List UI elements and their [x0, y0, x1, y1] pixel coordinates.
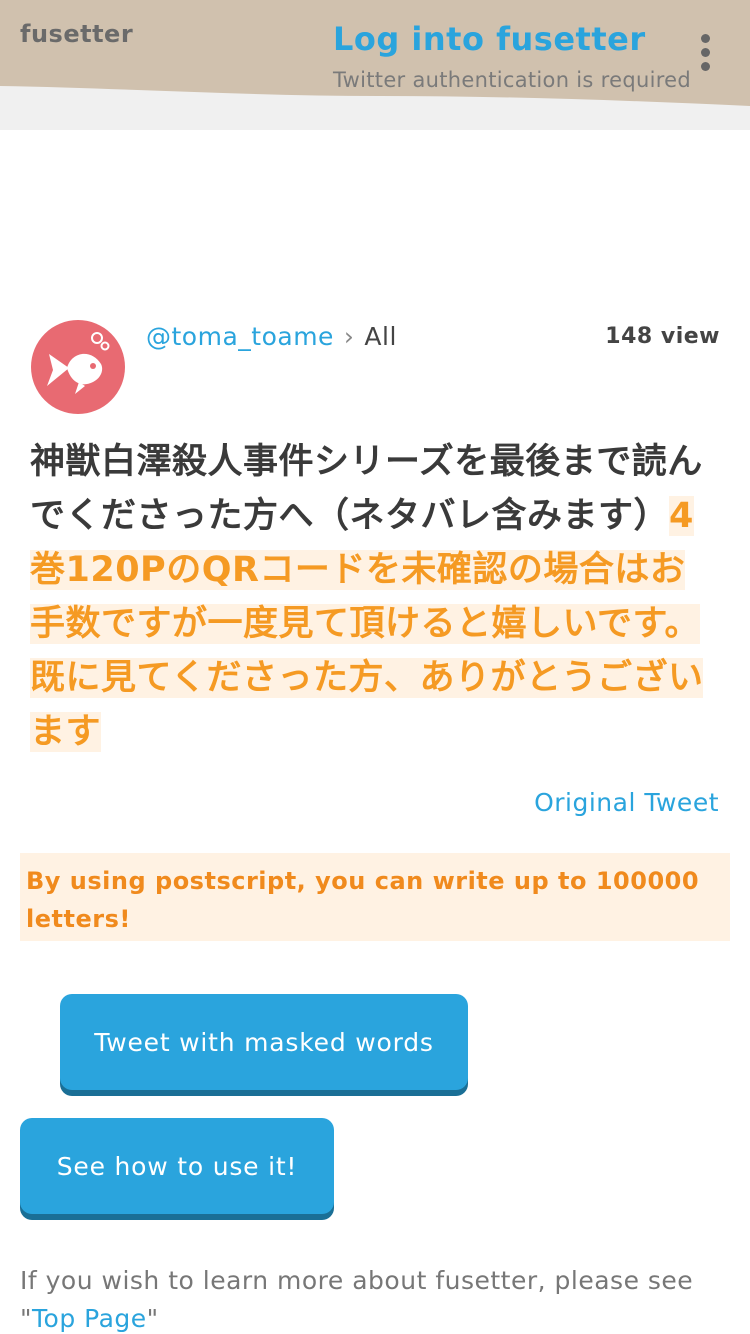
kebab-menu-icon[interactable] — [696, 34, 716, 72]
login-subtitle: Twitter authentication is required — [333, 68, 692, 92]
post-text-visible: 神獣白澤殺人事件シリーズを最後まで読んでくださった方へ（ネタバレ含みます） — [30, 442, 703, 536]
brand-logo[interactable]: fusetter — [20, 20, 133, 48]
post-meta: @toma_toame › All — [146, 322, 397, 351]
original-tweet-link[interactable]: Original Tweet — [534, 788, 719, 817]
breadcrumb-separator: › — [343, 322, 355, 351]
username-link[interactable]: @toma_toame — [146, 322, 334, 351]
footer-suffix: " — [146, 1304, 159, 1333]
post-body: 神獣白澤殺人事件シリーズを最後まで読んでくださった方へ（ネタバレ含みます）4巻1… — [30, 435, 718, 759]
postscript-notice: By using postscript, you can write up to… — [20, 853, 730, 941]
top-page-link[interactable]: Top Page — [32, 1304, 147, 1333]
login-title[interactable]: Log into fusetter — [333, 20, 646, 58]
category-link[interactable]: All — [364, 322, 397, 351]
tweet-masked-button[interactable]: Tweet with masked words — [60, 994, 468, 1090]
goldfish-avatar-icon[interactable] — [31, 320, 125, 414]
app-header: fusetter Log into fusetter Twitter authe… — [0, 0, 750, 130]
footer-info: If you wish to learn more about fusetter… — [20, 1262, 730, 1334]
how-to-use-button[interactable]: See how to use it! — [20, 1118, 334, 1214]
view-count: 148 view — [605, 324, 720, 349]
